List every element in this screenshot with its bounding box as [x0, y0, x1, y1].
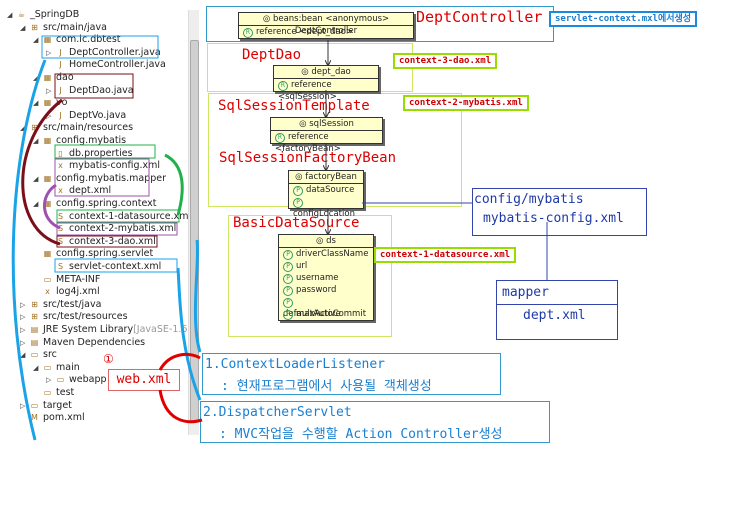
blue-arrow-context — [193, 239, 202, 353]
highlight-dao — [54, 73, 134, 99]
highlight-ctx3 — [56, 235, 158, 248]
highlight-ctx2 — [56, 222, 178, 236]
red-arrow-listener — [158, 352, 201, 371]
red-arrow-dispatcher — [158, 389, 203, 424]
green-arrow — [164, 153, 184, 216]
highlight-mybatis — [54, 158, 150, 197]
highlight-controller — [41, 35, 159, 59]
highlight-ctx1 — [56, 209, 180, 223]
highlight-db-properties — [54, 144, 156, 159]
highlight-servlet-context — [54, 258, 178, 273]
blue-arrow-controller — [11, 59, 47, 441]
maroon-arrow — [21, 98, 63, 246]
annotation-overlay — [11, 35, 548, 441]
